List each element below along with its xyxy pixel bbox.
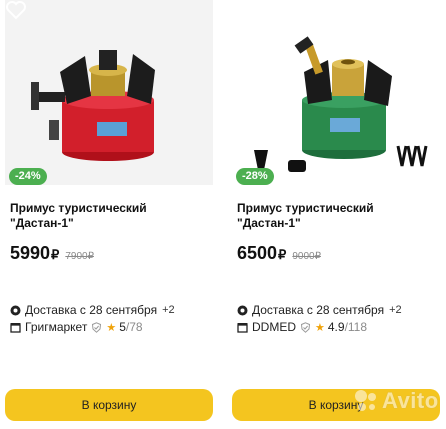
- star-icon: ★: [106, 321, 117, 334]
- delivery-info: Доставка с 28 сентября +2: [237, 303, 402, 317]
- star-icon: ★: [315, 321, 325, 334]
- discount-badge: -28%: [236, 168, 274, 185]
- product-image[interactable]: [5, 0, 213, 185]
- old-price: 7900₽: [65, 251, 94, 262]
- reviews-count[interactable]: /118: [345, 320, 367, 334]
- product-card[interactable]: -28% Примус туристический "Дастан-1" 650…: [232, 0, 440, 429]
- delivery-icon: [10, 305, 21, 315]
- avito-watermark-text: Avito: [382, 388, 439, 413]
- heart-icon[interactable]: [232, 0, 254, 20]
- heart-icon[interactable]: [5, 0, 27, 20]
- seller-name[interactable]: Григмаркет: [25, 320, 87, 334]
- store-icon: [10, 322, 21, 333]
- delivery-more[interactable]: +2: [389, 304, 402, 316]
- verified-icon: [92, 321, 102, 333]
- delivery-info: Доставка с 28 сентября +2: [10, 303, 175, 317]
- price-currency: ₽: [51, 247, 60, 262]
- delivery-more[interactable]: +2: [162, 304, 175, 316]
- price: 5990: [10, 243, 51, 263]
- add-to-cart-button[interactable]: В корзину: [5, 389, 213, 421]
- avito-logo-icon: [355, 390, 376, 411]
- delivery-text: Доставка с 28 сентября: [25, 303, 158, 317]
- product-image[interactable]: [232, 0, 440, 185]
- avito-watermark: Avito: [353, 388, 439, 414]
- seller-name[interactable]: DDMED: [252, 320, 296, 334]
- seller-info: Григмаркет ★ 5/78: [10, 320, 143, 334]
- price-block: 5990₽ 7900₽: [10, 243, 94, 264]
- delivery-icon: [237, 305, 248, 315]
- old-price: 9000₽: [292, 251, 321, 262]
- reviews-count[interactable]: /78: [126, 320, 143, 334]
- delivery-text: Доставка с 28 сентября: [252, 303, 385, 317]
- seller-info: DDMED ★ 4.9/118: [237, 320, 367, 334]
- price-currency: ₽: [278, 247, 287, 262]
- store-icon: [237, 322, 248, 333]
- discount-badge: -24%: [9, 168, 47, 185]
- stove-green-illustration: [232, 0, 440, 185]
- product-title[interactable]: Примус туристический "Дастан-1": [10, 201, 205, 231]
- rating: 4.9: [327, 320, 345, 334]
- rating: 5: [119, 320, 126, 334]
- product-card[interactable]: -24% Примус туристический "Дастан-1" 599…: [5, 0, 213, 429]
- price: 6500: [237, 243, 278, 263]
- stove-red-illustration: [5, 0, 213, 185]
- verified-icon: [300, 321, 311, 333]
- product-title[interactable]: Примус туристический "Дастан-1": [237, 201, 432, 231]
- price-block: 6500₽ 9000₽: [237, 243, 321, 264]
